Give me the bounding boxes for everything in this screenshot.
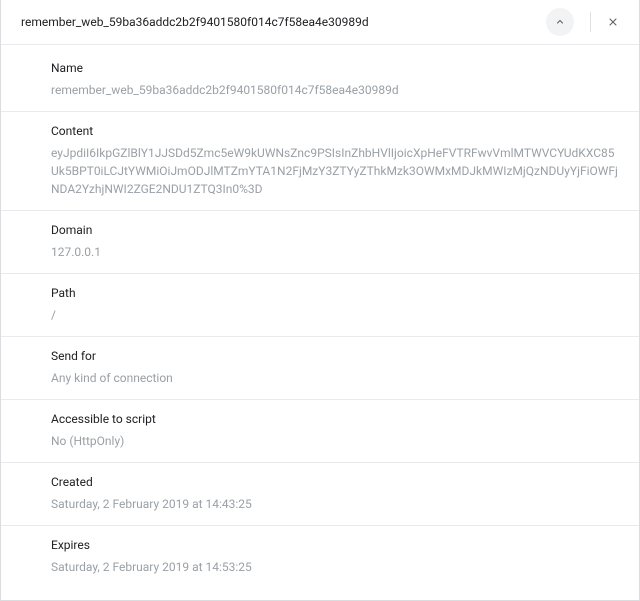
cookie-detail-panel: remember_web_59ba36addc2b2f9401580f014c7… (0, 0, 640, 601)
field-label: Accessible to script (51, 412, 619, 426)
field-created: Created Saturday, 2 February 2019 at 14:… (1, 463, 639, 526)
field-value: 127.0.0.1 (51, 243, 619, 261)
header-divider (590, 12, 591, 32)
close-button[interactable] (599, 8, 627, 36)
field-domain: Domain 127.0.0.1 (1, 211, 639, 274)
panel-header: remember_web_59ba36addc2b2f9401580f014c7… (1, 0, 639, 45)
field-label: Send for (51, 349, 619, 363)
field-value: Saturday, 2 February 2019 at 14:53:25 (51, 558, 619, 576)
field-expires: Expires Saturday, 2 February 2019 at 14:… (1, 526, 639, 588)
field-value: Saturday, 2 February 2019 at 14:43:25 (51, 495, 619, 513)
field-name: Name remember_web_59ba36addc2b2f9401580f… (1, 49, 639, 112)
field-content: Content eyJpdiI6IkpGZlBlY1JJSDd5Zmc5eW9k… (1, 112, 639, 211)
field-value: eyJpdiI6IkpGZlBlY1JJSDd5Zmc5eW9kUWNsZnc9… (51, 144, 619, 198)
collapse-button[interactable] (546, 8, 574, 36)
field-value: / (51, 306, 619, 324)
field-label: Content (51, 124, 619, 138)
field-value: remember_web_59ba36addc2b2f9401580f014c7… (51, 81, 619, 99)
panel-content: Name remember_web_59ba36addc2b2f9401580f… (1, 45, 639, 600)
chevron-up-icon (554, 16, 566, 28)
field-value: No (HttpOnly) (51, 432, 619, 450)
field-label: Expires (51, 538, 619, 552)
field-label: Created (51, 475, 619, 489)
field-value: Any kind of connection (51, 369, 619, 387)
field-label: Name (51, 61, 619, 75)
field-accessible-to-script: Accessible to script No (HttpOnly) (1, 400, 639, 463)
field-path: Path / (1, 274, 639, 337)
field-send-for: Send for Any kind of connection (1, 337, 639, 400)
panel-title: remember_web_59ba36addc2b2f9401580f014c7… (21, 15, 546, 29)
field-label: Domain (51, 223, 619, 237)
field-label: Path (51, 286, 619, 300)
close-icon (607, 16, 619, 28)
